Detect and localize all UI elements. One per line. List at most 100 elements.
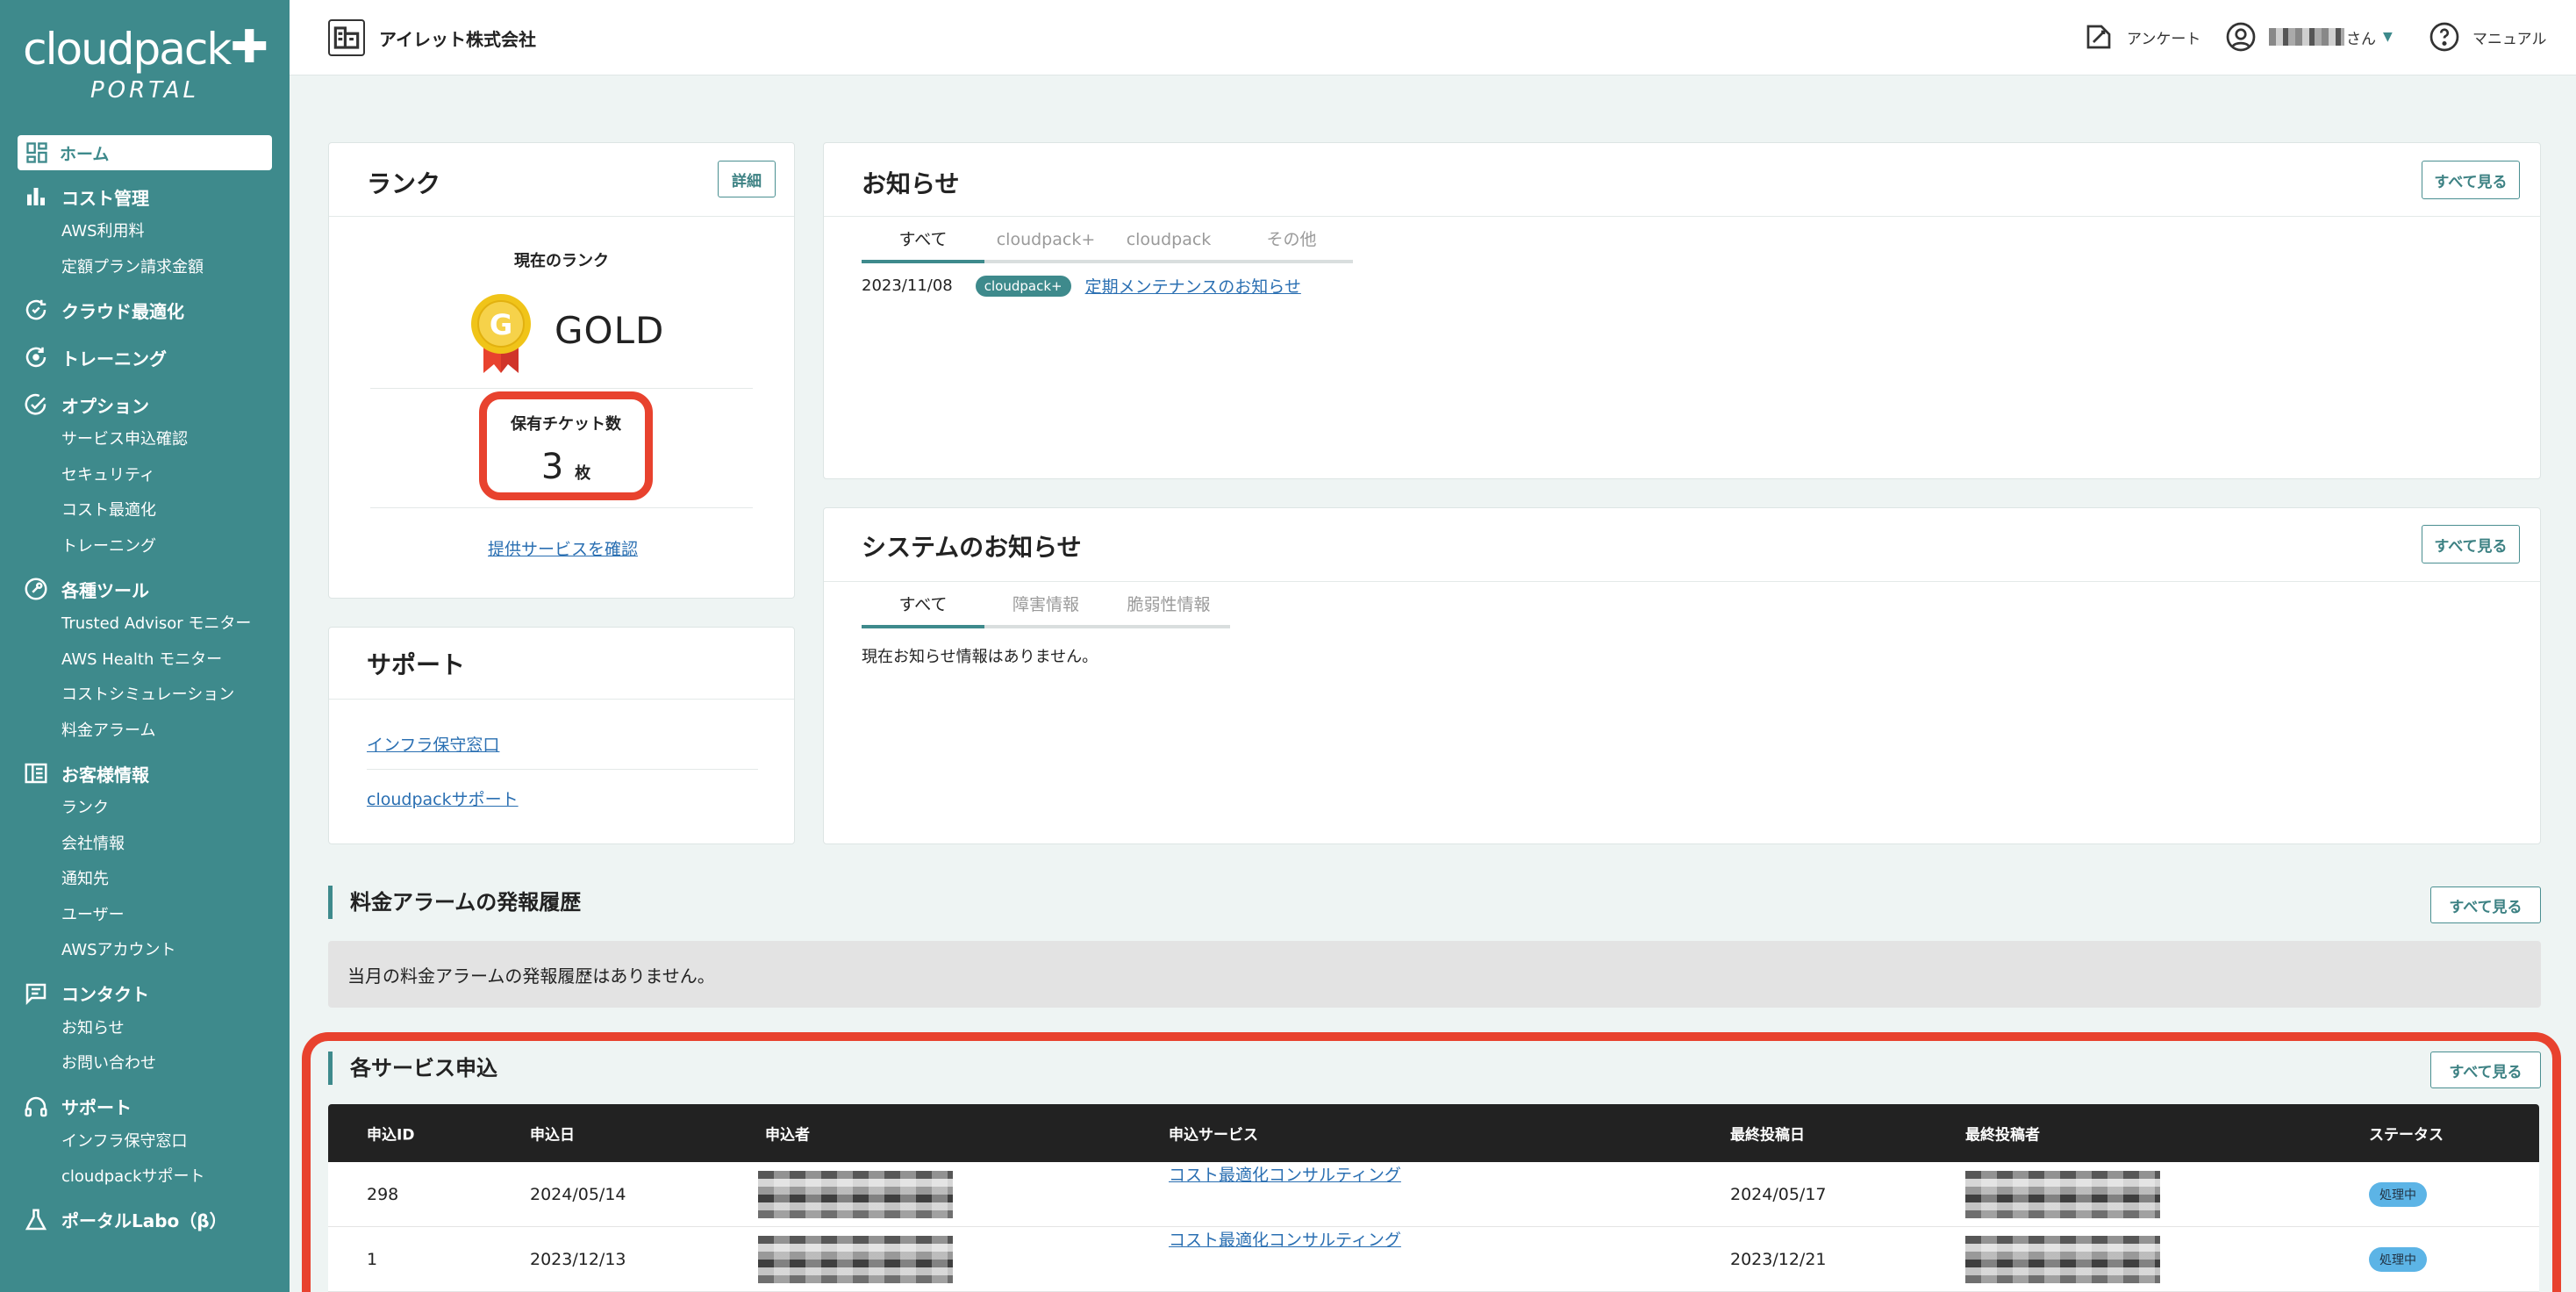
help-icon: [2429, 21, 2460, 53]
survey-icon: [2083, 21, 2114, 53]
column-header-last-poster[interactable]: 最終投稿者: [1965, 1123, 2040, 1145]
sidebar-item-service-apply[interactable]: サービス申込確認: [0, 422, 290, 458]
column-header-applicant[interactable]: 申込者: [765, 1123, 810, 1145]
table-row[interactable]: 1 2023/12/13 コスト最適化コンサルティング 2023/12/21 処…: [328, 1227, 2539, 1292]
user-icon: [2225, 21, 2257, 53]
gold-medal-icon: G: [469, 292, 533, 373]
sidebar-item-rank[interactable]: ランク: [0, 791, 290, 827]
sidebar-section-customer[interactable]: お客様情報: [0, 756, 290, 791]
rank-detail-button[interactable]: 詳細: [718, 161, 776, 197]
infra-support-link[interactable]: インフラ保守窓口: [367, 732, 499, 756]
sidebar: cloudpack✚ PORTAL ホーム コスト管理 AWS利用料 定額プラン…: [0, 0, 290, 1292]
manual-link[interactable]: マニュアル: [2429, 21, 2547, 53]
cell-date: 2024/05/14: [530, 1184, 626, 1204]
column-header-last-date[interactable]: 最終投稿日: [1730, 1123, 1805, 1145]
sidebar-item-billing-alarm[interactable]: 料金アラーム: [0, 714, 290, 750]
sidebar-section-label: サポート: [61, 1097, 132, 1118]
services-view-all-button[interactable]: すべて見る: [2430, 1052, 2541, 1088]
top-header: アイレット株式会社 アンケート さん ▼ マニュアル: [290, 0, 2576, 75]
cell-service-link[interactable]: コスト最適化コンサルティング: [1169, 1162, 1401, 1186]
sidebar-item-home[interactable]: ホーム: [18, 135, 272, 170]
cloudpack-support-link[interactable]: cloudpackサポート: [367, 786, 519, 810]
cell-last-poster-blurred: [1965, 1170, 2160, 1218]
tab-system-incident[interactable]: 障害情報: [984, 585, 1107, 625]
sidebar-item-label: ホーム: [60, 144, 110, 164]
sidebar-section-cost[interactable]: コスト管理: [0, 179, 290, 214]
alarm-empty-message: 当月の料金アラームの発報履歴はありません。: [328, 941, 2541, 1008]
cell-last-poster-blurred: [1965, 1235, 2160, 1283]
news-item: 2023/11/08 cloudpack+ 定期メンテナンスのお知らせ: [862, 274, 1301, 298]
news-item-link[interactable]: 定期メンテナンスのお知らせ: [1085, 274, 1301, 298]
sidebar-section-label: ポータルLabo（β）: [61, 1210, 227, 1231]
survey-link[interactable]: アンケート: [2083, 21, 2200, 53]
sidebar-section-contact[interactable]: コンタクト: [0, 976, 290, 1011]
flask-icon: [23, 1207, 49, 1233]
sidebar-item-company-info[interactable]: 会社情報: [0, 827, 290, 863]
sidebar-section-training[interactable]: トレーニング: [0, 340, 290, 375]
column-header-status[interactable]: ステータス: [2369, 1123, 2444, 1145]
bar-chart-icon: [23, 183, 49, 210]
sidebar-section-label: トレーニング: [61, 348, 167, 370]
sidebar-item-news[interactable]: お知らせ: [0, 1011, 290, 1047]
alarm-view-all-button[interactable]: すべて見る: [2430, 886, 2541, 923]
view-services-link[interactable]: 提供サービスを確認: [488, 536, 638, 560]
services-table-header: 申込ID 申込日 申込者 申込サービス 最終投稿日 最終投稿者 ステータス: [328, 1104, 2539, 1162]
sidebar-item-infra-support[interactable]: インフラ保守窓口: [0, 1124, 290, 1160]
status-badge: 処理中: [2369, 1181, 2427, 1207]
column-header-date[interactable]: 申込日: [530, 1123, 575, 1145]
company-selector[interactable]: アイレット株式会社: [328, 19, 536, 56]
sidebar-item-security[interactable]: セキュリティ: [0, 458, 290, 494]
logo[interactable]: cloudpack✚ PORTAL: [0, 21, 290, 104]
cell-service-link[interactable]: コスト最適化コンサルティング: [1169, 1227, 1401, 1251]
system-news-view-all-button[interactable]: すべて見る: [2422, 525, 2520, 563]
logo-text: cloudpack: [23, 24, 232, 75]
tab-system-all[interactable]: すべて: [862, 585, 984, 628]
column-header-id[interactable]: 申込ID: [367, 1123, 414, 1145]
tab-news-cloudpack[interactable]: cloudpack: [1107, 219, 1230, 260]
sidebar-section-label: オプション: [61, 395, 149, 417]
news-title: お知らせ: [862, 169, 960, 198]
tab-news-all[interactable]: すべて: [862, 219, 984, 263]
sidebar-item-notify[interactable]: 通知先: [0, 862, 290, 898]
cell-applicant-blurred: [758, 1235, 953, 1283]
support-link-divider: [367, 769, 758, 770]
ticket-count: 3 枚: [487, 447, 645, 487]
sidebar-section-support[interactable]: サポート: [0, 1089, 290, 1124]
dashboard-icon: [25, 140, 49, 165]
system-news-empty-message: 現在お知らせ情報はありません。: [862, 648, 1098, 666]
table-row[interactable]: 298 2024/05/14 コスト最適化コンサルティング 2024/05/17…: [328, 1162, 2539, 1227]
user-menu[interactable]: さん ▼: [2225, 21, 2393, 53]
sidebar-section-label: コンタクト: [61, 984, 149, 1005]
cell-id: 1: [367, 1249, 378, 1269]
system-news-header-divider: [824, 581, 2540, 582]
system-news-tabs: すべて 障害情報 脆弱性情報: [862, 585, 1230, 628]
sidebar-item-fixed-plan[interactable]: 定額プラン請求金額: [0, 250, 290, 286]
sidebar-section-cloud-optimize[interactable]: クラウド最適化: [0, 292, 290, 327]
sidebar-item-trusted-advisor[interactable]: Trusted Advisor モニター: [0, 607, 290, 642]
news-tabs: すべて cloudpack+ cloudpack その他: [862, 219, 1353, 263]
sidebar-item-aws-usage[interactable]: AWS利用料: [0, 214, 290, 250]
news-view-all-button[interactable]: すべて見る: [2422, 161, 2520, 199]
sidebar-item-aws-health[interactable]: AWS Health モニター: [0, 642, 290, 678]
cell-date: 2023/12/13: [530, 1249, 626, 1269]
sidebar-item-aws-account[interactable]: AWSアカウント: [0, 933, 290, 969]
ticket-label: 保有チケット数: [511, 415, 621, 434]
sidebar-item-cloudpack-support[interactable]: cloudpackサポート: [0, 1159, 290, 1195]
tab-news-other[interactable]: その他: [1230, 219, 1353, 260]
cell-last-date: 2023/12/21: [1730, 1249, 1827, 1269]
sidebar-item-cost-optimize[interactable]: コスト最適化: [0, 493, 290, 529]
tab-news-cloudpack-plus[interactable]: cloudpack+: [984, 219, 1107, 260]
survey-label: アンケート: [2127, 30, 2201, 48]
sidebar-item-inquiry[interactable]: お問い合わせ: [0, 1046, 290, 1082]
sidebar-section-option[interactable]: オプション: [0, 387, 290, 422]
medal-letter: G: [490, 308, 512, 341]
sidebar-item-option-training[interactable]: トレーニング: [0, 529, 290, 565]
news-item-badge: cloudpack+: [975, 275, 1071, 297]
sidebar-section-labo[interactable]: ポータルLabo（β）: [0, 1202, 290, 1238]
column-header-service[interactable]: 申込サービス: [1169, 1123, 1258, 1145]
tab-system-vulnerability[interactable]: 脆弱性情報: [1107, 585, 1230, 625]
rank-header-divider: [329, 216, 794, 217]
sidebar-section-tools[interactable]: 各種ツール: [0, 571, 290, 607]
sidebar-item-users[interactable]: ユーザー: [0, 898, 290, 934]
sidebar-item-cost-simulation[interactable]: コストシミュレーション: [0, 678, 290, 714]
